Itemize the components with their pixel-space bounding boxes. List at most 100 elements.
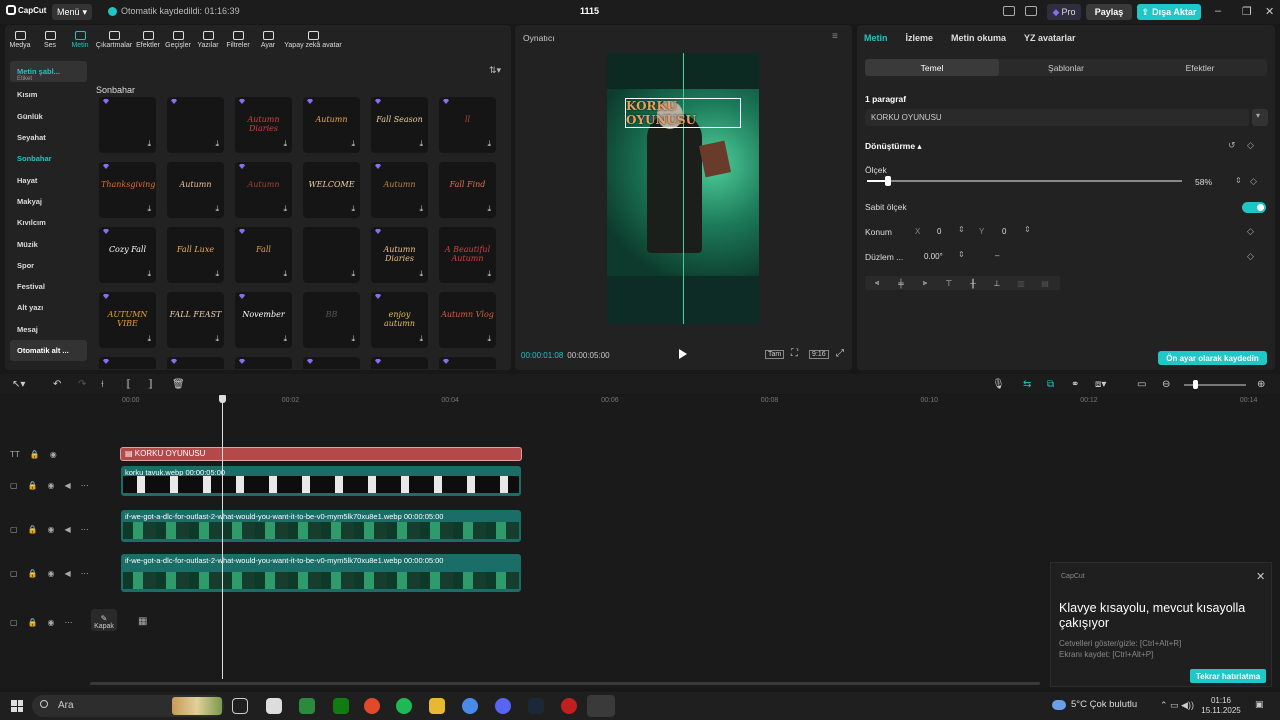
more-icon[interactable]: ⋯: [81, 481, 89, 490]
notification-center-icon[interactable]: ▣: [1255, 699, 1264, 710]
file-explorer-icon[interactable]: [429, 698, 445, 714]
stepper-icon[interactable]: ⇕: [1235, 176, 1242, 185]
pro-button[interactable]: ◆ Pro: [1047, 4, 1081, 20]
windows-start-icon[interactable]: [11, 700, 23, 712]
eye-icon[interactable]: ◉: [50, 450, 57, 459]
tab-1[interactable]: Ses: [35, 25, 65, 55]
keyframe-icon[interactable]: ◇: [1250, 176, 1257, 187]
rotate-dash-icon[interactable]: –: [995, 251, 999, 260]
template-card[interactable]: A Beautiful Autumn ⤓: [439, 227, 496, 283]
sidebar-item-6[interactable]: Kıvılcım: [10, 212, 87, 233]
text-dropdown[interactable]: ▾: [1252, 109, 1268, 126]
tab-2[interactable]: Metin: [65, 25, 95, 55]
rotate-input[interactable]: 0.00°: [924, 252, 943, 261]
sidebar-item-11[interactable]: Mesaj: [10, 319, 87, 340]
video-clip-3[interactable]: if-we-got-a-dlc-for-outlast-2-what-would…: [121, 554, 521, 592]
template-card[interactable]: Autumn Diaries ⤓: [371, 227, 428, 283]
magnet-icon[interactable]: ⧉: [1047, 379, 1054, 390]
discord-icon[interactable]: [495, 698, 511, 714]
prop-tab-0[interactable]: Metin: [864, 33, 888, 43]
tab-0[interactable]: Medya: [5, 25, 35, 55]
align-top-icon[interactable]: ⊤: [937, 279, 961, 288]
prop-tab-1[interactable]: İzleme: [906, 33, 934, 43]
template-card[interactable]: ⤓: [99, 97, 156, 153]
tab-3[interactable]: Çıkartmalar: [95, 25, 133, 55]
align-bottom-icon[interactable]: ⊥: [985, 279, 1009, 288]
template-card[interactable]: [371, 357, 428, 369]
download-icon[interactable]: ⤓: [487, 204, 491, 214]
download-icon[interactable]: ⤓: [487, 334, 491, 344]
sidebar-item-7[interactable]: Müzik: [10, 233, 87, 254]
download-icon[interactable]: ⤓: [487, 139, 491, 149]
shortcuts-icon[interactable]: [1025, 6, 1037, 16]
download-icon[interactable]: ⤓: [215, 204, 219, 214]
video-clip-1[interactable]: korku tavuk.webp 00:00:05:00: [121, 466, 521, 496]
rotate-stepper-icon[interactable]: ⇕: [958, 250, 965, 259]
download-icon[interactable]: ⤓: [419, 204, 423, 214]
sidebar-item-0[interactable]: Kısım: [10, 84, 87, 105]
keyframe-icon[interactable]: ◇: [1247, 251, 1254, 262]
scale-slider[interactable]: [867, 180, 1182, 182]
speaker-icon[interactable]: ◀: [65, 525, 71, 534]
hamburger-icon[interactable]: ≡: [832, 31, 838, 42]
prop-subtab-1[interactable]: Şablonlar: [999, 59, 1133, 76]
more-icon[interactable]: ⋯: [81, 525, 89, 534]
delete-icon[interactable]: 🗑: [172, 379, 185, 390]
distribute-v-icon[interactable]: ▤: [1033, 279, 1057, 288]
steam-icon[interactable]: [528, 698, 544, 714]
eye-icon[interactable]: ◉: [48, 525, 55, 534]
distribute-h-icon[interactable]: ▥: [1009, 279, 1033, 288]
template-card[interactable]: Cozy Fall ⤓: [99, 227, 156, 283]
track-cover-icon[interactable]: ▢: [10, 525, 18, 534]
align-center-icon[interactable]: ╪: [889, 279, 913, 288]
download-icon[interactable]: ⤓: [283, 269, 287, 279]
sidebar-item-9[interactable]: Festival: [10, 276, 87, 297]
timeline-scrollbar[interactable]: [90, 682, 1040, 685]
text-overlay[interactable]: KORKU OYUNUSU: [625, 98, 741, 128]
track-cover-icon[interactable]: ▢: [10, 481, 18, 490]
download-icon[interactable]: ⤓: [283, 139, 287, 149]
template-card[interactable]: [439, 357, 496, 369]
lock-icon[interactable]: 🔒: [30, 450, 40, 459]
fullscreen-icon[interactable]: ⤢: [836, 348, 844, 359]
template-card[interactable]: ll ⤓: [439, 97, 496, 153]
sidebar-item-10[interactable]: Alt yazı: [10, 297, 87, 318]
eye-icon[interactable]: ◉: [48, 481, 55, 490]
download-icon[interactable]: ⤓: [351, 334, 355, 344]
x-input[interactable]: 0: [937, 227, 941, 236]
reset-icon[interactable]: ↺: [1228, 140, 1236, 151]
capcut-taskbar-icon[interactable]: [266, 698, 282, 714]
zoom-slider-knob[interactable]: [1193, 380, 1198, 389]
template-card[interactable]: November ⤓: [235, 292, 292, 348]
text-clip[interactable]: ▤ KORKU OYUNUSU: [120, 447, 522, 461]
sidebar-item-4[interactable]: Hayat: [10, 169, 87, 190]
template-card[interactable]: Fall ⤓: [235, 227, 292, 283]
text-input[interactable]: KORKU OYUNUSU: [865, 109, 1249, 126]
download-icon[interactable]: ⤓: [351, 139, 355, 149]
download-icon[interactable]: ⤓: [283, 334, 287, 344]
clock[interactable]: 01:16 15.11.2025: [1201, 696, 1241, 716]
eye-icon[interactable]: ◉: [48, 618, 55, 627]
time-ruler[interactable]: 00:00 00:02 00:04 00:06 00:08 00:10 00:12 00:14: [122, 395, 1272, 407]
template-card[interactable]: Thanksgiving ⤓: [99, 162, 156, 218]
lock-icon[interactable]: 🔒: [28, 481, 38, 490]
prop-subtab-0[interactable]: Temel: [865, 59, 999, 76]
download-icon[interactable]: ⤓: [487, 269, 491, 279]
close-icon[interactable]: ✕: [1265, 5, 1274, 18]
lock-icon[interactable]: 🔒: [28, 569, 38, 578]
close-icon[interactable]: ✕: [1256, 570, 1265, 583]
template-card[interactable]: Fall Season ⤓: [371, 97, 428, 153]
keyframe-icon[interactable]: ◇: [1247, 226, 1254, 237]
more-icon[interactable]: ⋯: [81, 569, 89, 578]
template-card[interactable]: ⤓: [167, 97, 224, 153]
split-left-icon[interactable]: ⟦: [126, 379, 131, 390]
template-card[interactable]: FALL FEAST ⤓: [167, 292, 224, 348]
download-icon[interactable]: ⤓: [351, 204, 355, 214]
sidebar-item-5[interactable]: Makyaj: [10, 191, 87, 212]
chrome-icon[interactable]: [364, 698, 380, 714]
download-icon[interactable]: ⤓: [419, 334, 423, 344]
share-button[interactable]: Paylaş: [1086, 4, 1132, 20]
zoom-in-icon[interactable]: ⊕: [1257, 379, 1265, 390]
template-card[interactable]: [303, 357, 360, 369]
video-clip-2[interactable]: if-we-got-a-dlc-for-outlast-2-what-would…: [121, 510, 521, 542]
